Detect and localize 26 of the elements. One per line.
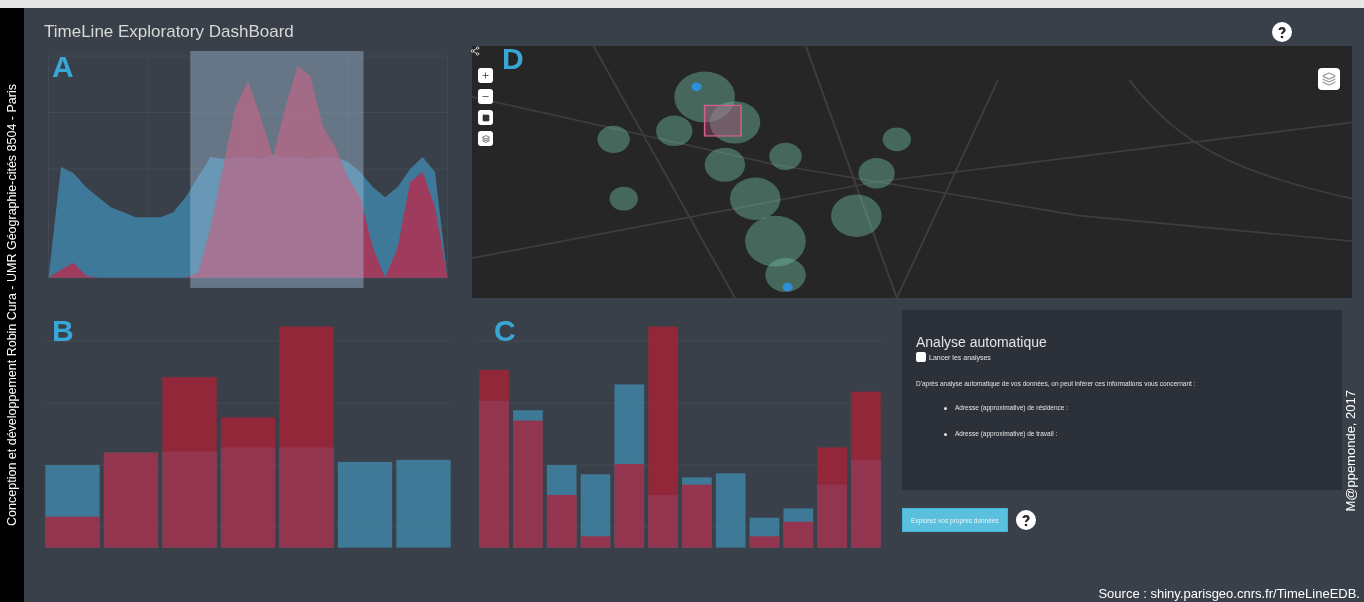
bullet-icon: [944, 406, 947, 410]
layers-button[interactable]: [478, 131, 493, 146]
source-text: Source : shiny.parisgeo.cnrs.fr/TimeLineEDB.: [1098, 586, 1360, 601]
dashboard-title: TimeLine Exploratory DashBoard: [44, 22, 294, 42]
credit-text: Conception et développement Robin Cura - UMR Géographie-cités 8504 - Paris: [5, 84, 19, 526]
square-button[interactable]: [478, 110, 493, 125]
layers-button[interactable]: [1318, 68, 1340, 90]
zoom-out-button[interactable]: [478, 89, 493, 104]
square-icon: [481, 113, 490, 122]
panel-title: Analyse automatique: [916, 334, 1048, 350]
panel-letter: C: [494, 314, 516, 348]
help-icon[interactable]: [1272, 22, 1292, 42]
layers-icon: [1322, 72, 1336, 86]
bar: [749, 517, 780, 548]
plus-icon: [481, 71, 490, 80]
bar: [783, 508, 814, 548]
share-icon[interactable]: [470, 46, 480, 56]
bullet-icon: [944, 432, 947, 436]
layers-icon: [481, 134, 490, 143]
zoom-in-button[interactable]: [478, 68, 493, 83]
map-view[interactable]: D: [472, 46, 1352, 298]
panel-letter: B: [52, 314, 74, 348]
journal-credit: M@ppemonde, 2017: [1343, 390, 1358, 512]
panel-letter: A: [52, 50, 74, 84]
bar: [682, 477, 712, 548]
help-icon[interactable]: [1015, 510, 1036, 530]
